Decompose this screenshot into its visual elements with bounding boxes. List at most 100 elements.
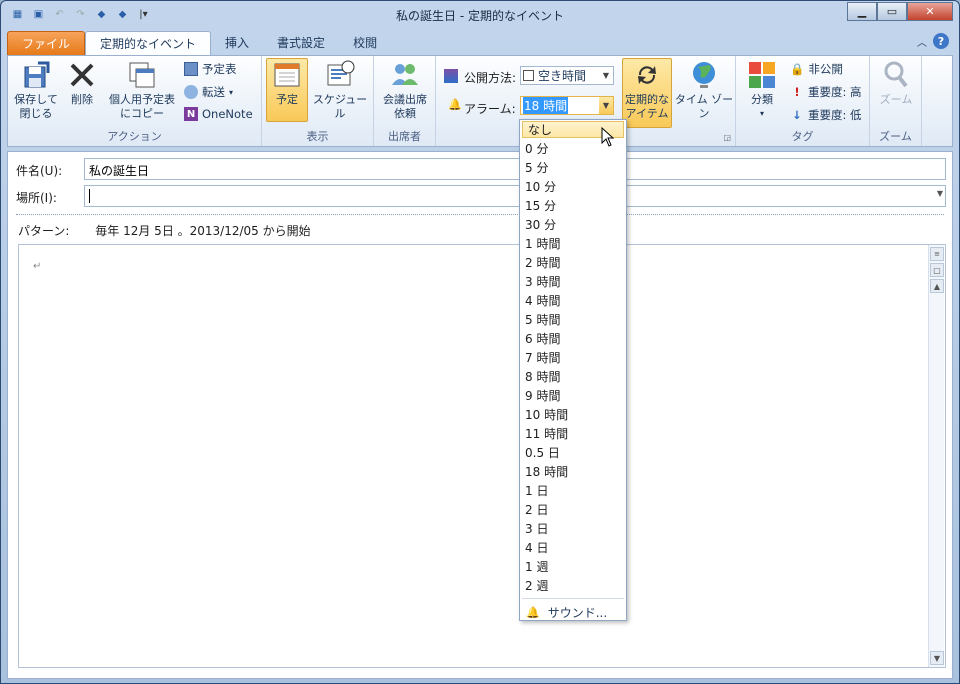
- reminder-label: アラーム:: [464, 102, 516, 116]
- schedule-button[interactable]: スケジュール: [310, 59, 370, 121]
- maximize-button[interactable]: ▭: [877, 2, 907, 21]
- tab-insert[interactable]: 挿入: [211, 31, 263, 55]
- group-show: 予定 スケジュール 表示: [262, 56, 374, 146]
- magnifier-icon: [884, 61, 908, 88]
- vertical-scrollbar[interactable]: ≡ ▢ ▲ ▼: [928, 245, 944, 667]
- zoom-button[interactable]: ズーム: [876, 59, 916, 107]
- reminder-combo[interactable]: 18 時間 ▼: [520, 96, 614, 115]
- mouse-cursor-icon: [601, 127, 615, 147]
- group-zoom: ズーム ズーム: [870, 56, 922, 146]
- reminder-option[interactable]: 4 日: [520, 538, 626, 557]
- schedule-label: スケジュール: [312, 93, 368, 120]
- dialog-launcher-icon[interactable]: ◲: [723, 133, 731, 142]
- contact-card-icon[interactable]: ▢: [930, 263, 944, 277]
- reminder-option[interactable]: 6 時間: [520, 329, 626, 348]
- categorize-icon: [749, 62, 775, 88]
- reminder-option[interactable]: 5 時間: [520, 310, 626, 329]
- reminder-option[interactable]: 4 時間: [520, 291, 626, 310]
- reminder-option[interactable]: 8 時間: [520, 367, 626, 386]
- group-label-attendees: 出席者: [388, 130, 421, 143]
- tab-recurring-event[interactable]: 定期的なイベント: [85, 31, 212, 55]
- delete-label: 削除: [71, 93, 93, 106]
- reminder-option[interactable]: 3 時間: [520, 272, 626, 291]
- reminder-value[interactable]: 18 時間: [523, 97, 569, 114]
- paragraph-mark: ↵: [33, 261, 42, 272]
- chevron-down-icon[interactable]: ▼: [599, 67, 613, 84]
- calendar-button[interactable]: 予定表: [184, 61, 237, 77]
- reminder-option[interactable]: 30 分: [520, 215, 626, 234]
- group-label-action: アクション: [107, 130, 162, 143]
- lock-icon: 🔒: [790, 62, 805, 76]
- subject-label: 件名(U):: [16, 164, 63, 178]
- reminder-option[interactable]: 3 日: [520, 519, 626, 538]
- reminder-option[interactable]: 10 分: [520, 177, 626, 196]
- scroll-up-icon[interactable]: ▲: [930, 279, 944, 293]
- reminder-option[interactable]: 7 時間: [520, 348, 626, 367]
- scroll-down-icon[interactable]: ▼: [930, 651, 944, 665]
- recurrence-button[interactable]: 定期的な アイテム: [622, 58, 672, 128]
- divider: [16, 214, 944, 215]
- reminder-option[interactable]: 0.5 日: [520, 443, 626, 462]
- show-as-label: 公開方法:: [464, 71, 517, 85]
- categorize-label: 分類: [751, 93, 773, 106]
- group-tags: 分類 ▾ 🔒 非公開 ! 重要度: 高 ↓ 重要度: 低 タグ: [736, 56, 870, 146]
- onenote-button[interactable]: N OneNote: [184, 107, 253, 121]
- close-button[interactable]: ✕: [907, 2, 953, 21]
- invite-attendees-button[interactable]: 会議出席 依頼: [378, 59, 432, 121]
- delete-button[interactable]: 削除: [64, 59, 100, 107]
- reminder-option[interactable]: 2 日: [520, 500, 626, 519]
- sound-option[interactable]: 🔔 サウンド...: [520, 602, 626, 622]
- appointment-button[interactable]: 予定: [266, 58, 308, 122]
- pattern-label: パターン:: [18, 224, 70, 238]
- globe-icon: [693, 62, 715, 88]
- help-icon[interactable]: ?: [933, 33, 949, 49]
- window-title: 私の誕生日 - 定期的なイベント: [396, 9, 564, 23]
- show-as-combo[interactable]: 空き時間 ▼: [520, 66, 614, 85]
- reminder-option[interactable]: 1 週: [520, 557, 626, 576]
- reminder-option[interactable]: 15 分: [520, 196, 626, 215]
- low-importance-button[interactable]: ↓ 重要度: 低: [790, 107, 861, 123]
- reminder-option[interactable]: 5 分: [520, 158, 626, 177]
- bell-icon: 🔔: [526, 605, 540, 619]
- ribbon: 保存して 閉じる 削除 個人用予定表 にコピー 予定表 転送 ▾ N OneNote…: [7, 55, 953, 147]
- group-label-show: 表示: [306, 130, 329, 143]
- high-importance-button[interactable]: ! 重要度: 高: [790, 84, 861, 100]
- timezone-button[interactable]: タイム ゾーン: [674, 59, 734, 121]
- reminder-option[interactable]: 11 時間: [520, 424, 626, 443]
- reminder-option[interactable]: 1 時間: [520, 234, 626, 253]
- scroll-top-icon[interactable]: ≡: [930, 247, 944, 261]
- reminder-option[interactable]: 2 週: [520, 576, 626, 595]
- tab-file[interactable]: ファイル: [7, 31, 86, 55]
- minimize-button[interactable]: ▁: [847, 2, 877, 21]
- reminder-option[interactable]: 10 時間: [520, 405, 626, 424]
- reminder-option[interactable]: 18 時間: [520, 462, 626, 481]
- reminder-option[interactable]: 1 日: [520, 481, 626, 500]
- recurrence-label: 定期的な アイテム: [625, 93, 669, 120]
- tab-review[interactable]: 校閲: [339, 31, 391, 55]
- location-label: 場所(I):: [16, 191, 57, 205]
- reminder-option[interactable]: 2 時間: [520, 253, 626, 272]
- collapse-ribbon-icon[interactable]: ︿: [917, 34, 927, 49]
- reminder-option[interactable]: 9 時間: [520, 386, 626, 405]
- forward-icon: [184, 85, 198, 99]
- categorize-button[interactable]: 分類 ▾: [742, 59, 782, 121]
- title-bar: ▦ ▣ ↶ ↷ ◆ ◆ |▾ 私の誕生日 - 定期的なイベント ▁ ▭ ✕: [1, 1, 959, 29]
- copy-calendar-label: 個人用予定表 にコピー: [109, 93, 175, 120]
- reminder-dropdown: なし 0 分5 分 10 分 15 分 30 分1 時間 2 時間 3 時間 4 時間 5 時間…: [519, 119, 627, 621]
- forward-button[interactable]: 転送 ▾: [184, 84, 233, 100]
- appointment-icon: [274, 63, 300, 87]
- subject-input[interactable]: 私の誕生日: [84, 158, 946, 180]
- chevron-down-icon[interactable]: ▼: [599, 97, 613, 114]
- schedule-icon: [327, 60, 355, 86]
- tab-format[interactable]: 書式設定: [263, 31, 339, 55]
- ribbon-tabs: ファイル 定期的なイベント 挿入 書式設定 校閲 ︿ ?: [7, 29, 955, 55]
- group-attendees: 会議出席 依頼 出席者: [374, 56, 436, 146]
- notes-body[interactable]: ↵ ≡ ▢ ▲ ▼: [18, 244, 946, 668]
- copy-to-calendar-button[interactable]: 個人用予定表 にコピー: [104, 59, 180, 121]
- save-close-button[interactable]: 保存して 閉じる: [12, 59, 60, 121]
- private-button[interactable]: 🔒 非公開: [790, 61, 843, 77]
- location-input[interactable]: ▼: [84, 185, 946, 207]
- save-close-label: 保存して 閉じる: [14, 93, 58, 120]
- chevron-down-icon[interactable]: ▼: [937, 189, 943, 198]
- save-close-icon: [24, 61, 50, 88]
